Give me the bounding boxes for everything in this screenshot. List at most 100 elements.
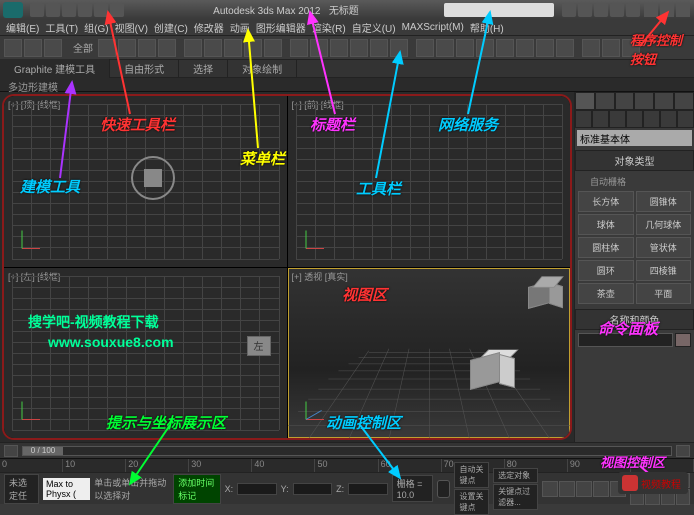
select-name-icon[interactable]	[118, 39, 136, 57]
add-time-tag[interactable]: 添加时间标记	[173, 474, 220, 504]
qa-undo-icon[interactable]	[78, 3, 92, 17]
menu-animation[interactable]: 动画	[230, 20, 250, 35]
tab-create-icon[interactable]	[575, 92, 595, 110]
goto-start-icon[interactable]	[542, 481, 558, 497]
menu-modifier[interactable]: 修改器	[194, 20, 224, 35]
help-icon[interactable]	[626, 3, 640, 17]
schematic-icon[interactable]	[536, 39, 554, 57]
maxscript-listener[interactable]: Max to Physx (	[43, 478, 90, 500]
btn-geosphere[interactable]: 几何球体	[636, 214, 692, 235]
help-search-input[interactable]	[444, 3, 554, 17]
cat-space-icon[interactable]	[660, 110, 677, 128]
cat-shapes-icon[interactable]	[592, 110, 609, 128]
qa-save-icon[interactable]	[62, 3, 76, 17]
tab-motion-icon[interactable]	[634, 92, 654, 110]
btn-cylinder[interactable]: 圆柱体	[578, 237, 634, 258]
tab-hierarchy-icon[interactable]	[615, 92, 635, 110]
set-key-button[interactable]: 设置关键点	[454, 489, 489, 515]
render-setup-icon[interactable]	[582, 39, 600, 57]
pivot-icon[interactable]	[264, 39, 282, 57]
key-target-dropdown[interactable]: 选定对象	[493, 468, 538, 483]
graphite-icon[interactable]	[496, 39, 514, 57]
menu-create[interactable]: 创建(C)	[154, 20, 188, 35]
cat-lights-icon[interactable]	[609, 110, 626, 128]
exchange-icon[interactable]	[594, 3, 608, 17]
coord-y-input[interactable]	[293, 483, 332, 495]
cat-systems-icon[interactable]	[677, 110, 694, 128]
tab-objectpaint[interactable]: 对象绘制	[228, 59, 297, 78]
select-link-icon[interactable]	[4, 39, 22, 57]
autogrid-checkbox[interactable]: 自动栅格	[578, 174, 691, 191]
viewcube-icon[interactable]	[528, 274, 564, 310]
time-slider-track[interactable]: 0 / 100	[22, 446, 672, 456]
object-name-input[interactable]	[578, 333, 673, 347]
box-object[interactable]	[470, 348, 510, 388]
favorite-icon[interactable]	[610, 3, 624, 17]
rollout-object-type[interactable]: 对象类型	[575, 150, 694, 171]
bind-icon[interactable]	[44, 39, 62, 57]
btn-tube[interactable]: 管状体	[636, 237, 692, 258]
select-region-icon[interactable]	[138, 39, 156, 57]
keyboard-icon[interactable]	[310, 39, 328, 57]
btn-box[interactable]: 长方体	[578, 191, 634, 212]
minimize-icon[interactable]	[644, 3, 658, 17]
menu-custom[interactable]: 自定义(U)	[352, 20, 396, 35]
key-toggle-icon[interactable]	[437, 480, 450, 498]
unlink-icon[interactable]	[24, 39, 42, 57]
prev-key-icon[interactable]	[559, 481, 575, 497]
cat-cameras-icon[interactable]	[626, 110, 643, 128]
search-icon[interactable]	[562, 3, 576, 17]
next-frame-icon[interactable]	[676, 445, 690, 457]
scale-icon[interactable]	[224, 39, 242, 57]
qa-new-icon[interactable]	[30, 3, 44, 17]
time-slider[interactable]: 0 / 100	[0, 442, 694, 458]
close-icon[interactable]	[676, 3, 690, 17]
auto-key-button[interactable]: 自动关键点	[454, 462, 489, 488]
play-icon[interactable]	[576, 481, 592, 497]
btn-torus[interactable]: 圆环	[578, 260, 634, 281]
menu-view[interactable]: 视图(V)	[115, 20, 148, 35]
subscription-icon[interactable]	[578, 3, 592, 17]
snap-toggle-icon[interactable]	[330, 39, 348, 57]
tab-selection[interactable]: 选择	[179, 59, 228, 78]
rotate-icon[interactable]	[204, 39, 222, 57]
curve-editor-icon[interactable]	[516, 39, 534, 57]
viewport-top[interactable]: [+] [顶] [线框]	[4, 96, 287, 267]
tab-display-icon[interactable]	[654, 92, 674, 110]
btn-sphere[interactable]: 球体	[578, 214, 634, 235]
viewport-front[interactable]: [+] [前] [线框]	[288, 96, 571, 267]
btn-teapot[interactable]: 茶壶	[578, 283, 634, 304]
app-logo-icon[interactable]	[3, 2, 23, 18]
coord-z-input[interactable]	[348, 483, 387, 495]
manipulate-icon[interactable]	[290, 39, 308, 57]
named-sets-icon[interactable]	[416, 39, 434, 57]
cat-helpers-icon[interactable]	[643, 110, 660, 128]
tab-graphite[interactable]: Graphite 建模工具	[0, 59, 110, 78]
primitive-dropdown[interactable]: 标准基本体	[577, 130, 692, 146]
rollout-name-color[interactable]: 名称和颜色	[575, 309, 694, 330]
menu-group[interactable]: 组(G)	[84, 20, 108, 35]
layer-icon[interactable]	[476, 39, 494, 57]
render-icon[interactable]	[622, 39, 640, 57]
btn-plane[interactable]: 平面	[636, 283, 692, 304]
key-filters-button[interactable]: 关键点过滤器...	[493, 484, 538, 510]
window-crossing-icon[interactable]	[158, 39, 176, 57]
color-swatch[interactable]	[675, 333, 691, 347]
tab-freeform[interactable]: 自由形式	[110, 59, 179, 78]
menu-maxscript[interactable]: MAXScript(M)	[402, 22, 464, 33]
ribbon-panel-label[interactable]: 多边形建模	[0, 78, 694, 92]
menu-graph[interactable]: 图形编辑器	[256, 20, 306, 35]
align-icon[interactable]	[456, 39, 474, 57]
mirror-icon[interactable]	[436, 39, 454, 57]
select-icon[interactable]	[98, 39, 116, 57]
btn-cone[interactable]: 圆锥体	[636, 191, 692, 212]
time-slider-knob[interactable]: 0 / 100	[23, 447, 63, 455]
qa-redo-icon[interactable]	[94, 3, 108, 17]
percent-snap-icon[interactable]	[370, 39, 388, 57]
menu-edit[interactable]: 编辑(E)	[6, 20, 39, 35]
menu-render[interactable]: 渲染(R)	[312, 20, 346, 35]
spinner-snap-icon[interactable]	[390, 39, 408, 57]
viewport-left[interactable]: [+] [左] [线框] 左 搜学吧-视频教程下载 www.souxue8.co…	[4, 268, 287, 439]
btn-pyramid[interactable]: 四棱锥	[636, 260, 692, 281]
maximize-icon[interactable]	[660, 3, 674, 17]
